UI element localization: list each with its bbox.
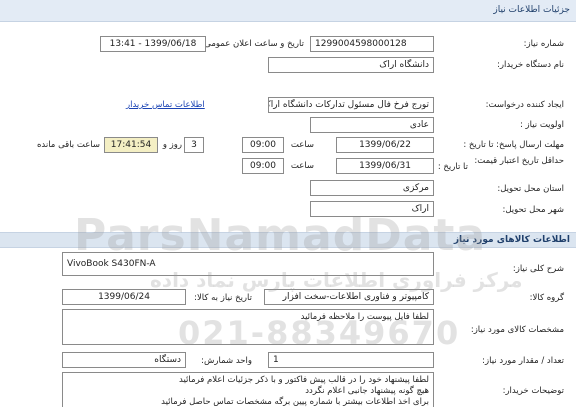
page-title: جزئیات اطلاعات نیاز [493, 5, 570, 15]
goods-spec-field[interactable]: لطفا فایل پیوست را ملاحظه فرمائید [62, 309, 434, 345]
delivery-city-label: شهر محل تحویل: [502, 205, 564, 215]
creator-field[interactable]: تورج فرخ فال مسئول تدارکات دانشگاه اراک [268, 97, 434, 113]
announce-datetime-field[interactable]: 1399/06/18 - 13:41 [100, 36, 206, 52]
reply-deadline-time-field[interactable]: 09:00 [242, 137, 284, 153]
delivery-city-field[interactable]: اراک [310, 201, 434, 217]
days-remaining-field[interactable]: 3 [184, 137, 204, 153]
price-validity-time-field[interactable]: 09:00 [242, 158, 284, 174]
delivery-province-field[interactable]: مرکزی [310, 180, 434, 196]
time-remaining-label: ساعت باقی مانده [36, 140, 100, 150]
priority-field[interactable]: عادی [310, 117, 434, 133]
general-desc-label: شرح کلی نیاز: [512, 264, 564, 274]
need-date-field[interactable]: 1399/06/24 [62, 289, 186, 305]
reply-deadline-label: مهلت ارسال پاسخ: تا تاریخ : [463, 140, 564, 150]
price-validity-date-field[interactable]: 1399/06/31 [336, 158, 434, 174]
price-validity-to-date-label: تا تاریخ : [437, 162, 468, 172]
time-remaining-field: 17:41:54 [104, 137, 158, 153]
price-validity-label: حداقل تاریخ اعتبار قیمت: [474, 156, 564, 166]
need-number-label: شماره نیاز: [523, 39, 564, 49]
buyer-org-label: نام دستگاه خریدار: [497, 60, 564, 70]
buyer-contact-link[interactable]: اطلاعات تماس خریدار [126, 100, 205, 110]
delivery-province-label: استان محل تحویل: [497, 184, 564, 194]
general-desc-field[interactable]: VivoBook S430FN-A [62, 252, 434, 276]
priority-label: اولویت نیاز : [519, 120, 564, 130]
quantity-field[interactable]: 1 [268, 352, 434, 368]
unit-field[interactable]: دستگاه [62, 352, 186, 368]
buyer-notes-line: هیچ گونه پیشنهاد جانبی اعلام نگردد [305, 386, 429, 396]
page-header: جزئیات اطلاعات نیاز [0, 0, 576, 22]
need-date-label: تاریخ نیاز به کالا: [194, 293, 252, 303]
quantity-label: تعداد / مقدار مورد نیاز: [482, 356, 564, 366]
announce-datetime-label: تاریخ و ساعت اعلان عمومی: [201, 39, 304, 49]
reply-deadline-time-label: ساعت [290, 140, 314, 150]
unit-label: واحد شمارش: [201, 356, 252, 366]
goods-spec-label: مشخصات کالای مورد نیاز: [470, 325, 564, 335]
creator-label: ایجاد کننده درخواست: [485, 100, 564, 110]
goods-section-title: اطلاعات کالاهای مورد نیاز [453, 235, 570, 245]
buyer-notes-line: لطفا پیشنهاد خود را در قالب پیش فاکتور و… [179, 375, 429, 385]
buyer-org-field[interactable]: دانشگاه اراک [268, 57, 434, 73]
need-number-field[interactable]: 1299004598000128 [310, 36, 434, 52]
reply-deadline-date-field[interactable]: 1399/06/22 [336, 137, 434, 153]
buyer-notes-label: توضیحات خریدار: [502, 386, 564, 396]
goods-section-header: اطلاعات کالاهای مورد نیاز [0, 232, 576, 248]
buyer-notes-line: برای اخذ اطلاعات بیشتر با شماره پیین برگ… [161, 397, 429, 407]
days-label: روز و [162, 140, 182, 150]
goods-group-label: گروه کالا: [529, 293, 564, 303]
price-validity-time-label: ساعت [290, 161, 314, 171]
buyer-notes-field[interactable]: لطفا پیشنهاد خود را در قالب پیش فاکتور و… [62, 372, 434, 407]
goods-group-field[interactable]: کامپیوتر و فناوری اطلاعات-سخت افزار [264, 289, 434, 305]
